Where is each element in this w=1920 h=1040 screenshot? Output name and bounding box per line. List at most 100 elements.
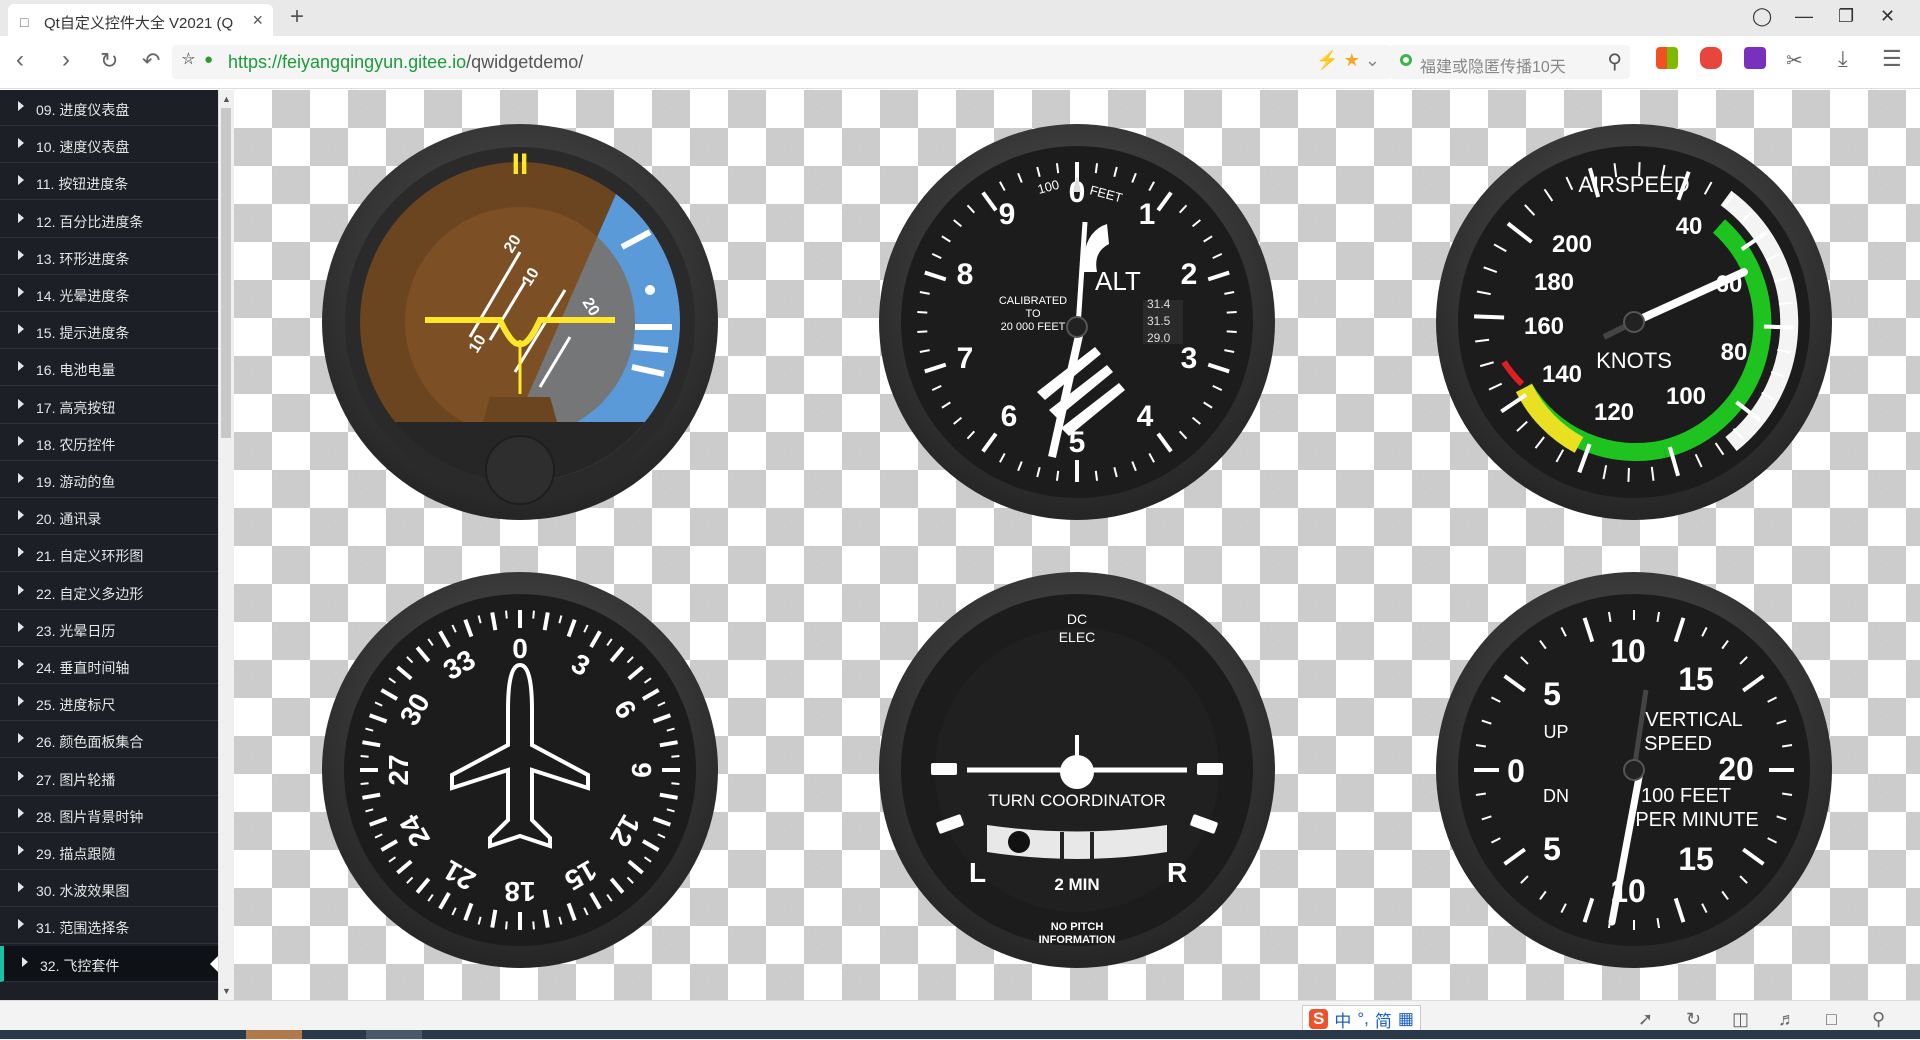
shirt-icon[interactable]: ◯ bbox=[1752, 6, 1772, 27]
forward-icon[interactable]: › bbox=[62, 46, 70, 74]
sidebar-item-label: 23. 光晕日历 bbox=[36, 621, 115, 641]
sidebar-item[interactable]: 16. 电池电量 bbox=[0, 350, 218, 386]
sidebar-item-label: 27. 图片轮播 bbox=[36, 770, 115, 790]
sidebar-item[interactable]: 23. 光晕日历 bbox=[0, 611, 218, 647]
sidebar-item-label: 16. 电池电量 bbox=[36, 360, 115, 380]
sidebar-item[interactable]: 13. 环形进度条 bbox=[0, 239, 218, 275]
volume-icon[interactable]: ♬ bbox=[1778, 1009, 1796, 1030]
sidebar-item[interactable]: 10. 速度仪表盘 bbox=[0, 127, 218, 163]
sidebar-item[interactable]: 09. 进度仪表盘 bbox=[0, 90, 218, 126]
window-close-icon[interactable]: ✕ bbox=[1880, 6, 1895, 27]
apps-icon[interactable] bbox=[1656, 47, 1678, 69]
new-tab-icon[interactable]: + bbox=[290, 3, 304, 31]
scroll-thumb[interactable] bbox=[221, 108, 231, 438]
search-input[interactable]: 福建或隐匿传播10天 bbox=[1420, 53, 1566, 77]
ime-simplified[interactable]: 简 bbox=[1375, 1007, 1392, 1032]
scale-tick bbox=[1096, 163, 1097, 173]
menu-icon[interactable]: ☰ bbox=[1882, 46, 1902, 72]
trash-icon[interactable]: ◫ bbox=[1732, 1009, 1749, 1030]
sidebar-item[interactable]: 19. 游动的鱼 bbox=[0, 462, 218, 498]
ime-chinese-mode[interactable]: 中 bbox=[1334, 1007, 1351, 1032]
sidebar-item[interactable]: 21. 自定义环形图 bbox=[0, 536, 218, 572]
airspeed-title: AIRSPEED bbox=[1578, 172, 1689, 197]
taskbar-app-1[interactable] bbox=[246, 1030, 302, 1039]
download-icon[interactable]: ⤓ bbox=[1838, 46, 1848, 72]
caret-right-icon bbox=[18, 808, 24, 818]
vsi-num-top-10: 10 bbox=[1610, 633, 1646, 669]
scale-tick bbox=[1227, 331, 1237, 332]
vsi-num-up-5: 5 bbox=[1543, 676, 1561, 712]
alt-label: ALT bbox=[1095, 266, 1141, 296]
sidebar-item[interactable]: 32. 飞控套件 bbox=[0, 946, 218, 982]
sidebar-item[interactable]: 30. 水波效果图 bbox=[0, 871, 218, 907]
refresh-circle-icon[interactable]: ↻ bbox=[1686, 1009, 1701, 1030]
sidebar-item[interactable]: 20. 通讯录 bbox=[0, 499, 218, 535]
sidebar-item[interactable]: 26. 颜色面板集合 bbox=[0, 722, 218, 758]
sidebar-item[interactable]: 31. 范围选择条 bbox=[0, 908, 218, 944]
minimize-icon[interactable]: — bbox=[1795, 6, 1813, 27]
sidebar-item-label: 11. 按钮进度条 bbox=[36, 174, 128, 194]
sidebar-item[interactable]: 11. 按钮进度条 bbox=[0, 164, 218, 200]
vsi-num-20: 20 bbox=[1718, 751, 1754, 787]
sidebar-item[interactable]: 15. 提示进度条 bbox=[0, 313, 218, 349]
url-bar[interactable]: ⛦ ● https://feiyangqingyun.gitee.io/qwid… bbox=[172, 45, 1392, 79]
calibrated-line-2: TO bbox=[1025, 308, 1041, 320]
shield-icon: ⛦ bbox=[182, 51, 195, 69]
scale-tick bbox=[506, 921, 507, 929]
alt-num-4: 4 bbox=[1137, 400, 1154, 433]
sidebar-item[interactable]: 22. 自定义多边形 bbox=[0, 574, 218, 610]
selected-marker bbox=[210, 956, 218, 972]
caret-right-icon bbox=[18, 399, 24, 409]
scale-tick bbox=[1057, 163, 1058, 173]
search-icon[interactable]: ⚲ bbox=[1607, 49, 1622, 74]
back-icon[interactable]: ‹ bbox=[16, 46, 24, 74]
turn-title: TURN COORDINATOR bbox=[988, 791, 1166, 810]
ime-grid-icon[interactable]: ▦ bbox=[1398, 1009, 1414, 1029]
heading-number: 9 bbox=[626, 762, 657, 778]
chevron-down-icon[interactable]: ⌄ bbox=[1365, 50, 1380, 70]
taskbar-app-2[interactable] bbox=[366, 1030, 422, 1039]
sidebar-item[interactable]: 14. 光晕进度条 bbox=[0, 276, 218, 312]
sidebar-item[interactable]: 29. 描点跟随 bbox=[0, 834, 218, 870]
sidebar-item[interactable]: 24. 垂直时间轴 bbox=[0, 648, 218, 684]
caret-right-icon bbox=[18, 919, 24, 929]
caret-right-icon bbox=[18, 547, 24, 557]
rocket-icon[interactable]: ➚ bbox=[1638, 1009, 1653, 1030]
sidebar-item[interactable]: 25. 进度标尺 bbox=[0, 685, 218, 721]
scroll-down-icon[interactable]: ▼ bbox=[222, 986, 231, 996]
zoom-icon[interactable]: ⚲ bbox=[1872, 1009, 1885, 1030]
url-host: https://feiyangqingyun.gitee.io bbox=[228, 52, 466, 72]
restore-icon[interactable]: ❐ bbox=[1838, 6, 1854, 27]
sidebar-item[interactable]: 27. 图片轮播 bbox=[0, 760, 218, 796]
lock-icon: ● bbox=[204, 51, 213, 68]
sidebar-item[interactable]: 12. 百分比进度条 bbox=[0, 202, 218, 238]
scale-tick bbox=[671, 756, 679, 757]
sidebar-item-label: 12. 百分比进度条 bbox=[36, 212, 143, 232]
alt-num-2: 2 bbox=[1181, 258, 1198, 291]
sidebar-item[interactable]: 17. 高亮按钮 bbox=[0, 388, 218, 424]
tab-close-icon[interactable]: × bbox=[252, 10, 263, 31]
game-icon[interactable] bbox=[1700, 47, 1722, 69]
reload-icon[interactable]: ↻ bbox=[100, 48, 118, 74]
scale-tick bbox=[671, 783, 679, 784]
ime-logo-icon: S bbox=[1309, 1009, 1328, 1029]
sidebar-item[interactable]: 18. 农历控件 bbox=[0, 425, 218, 461]
scale-tick bbox=[917, 312, 927, 313]
scissors-icon[interactable]: ✂ bbox=[1786, 48, 1803, 73]
roll-marks: II bbox=[512, 148, 529, 181]
scroll-up-icon[interactable]: ▲ bbox=[222, 94, 231, 104]
airspeed-num-160: 160 bbox=[1524, 313, 1564, 340]
rp-icon[interactable] bbox=[1744, 47, 1766, 69]
sidebar-item[interactable]: 28. 图片背景时钟 bbox=[0, 797, 218, 833]
sidebar-scrollbar[interactable]: ▲ ▼ bbox=[218, 90, 234, 1000]
search-box[interactable]: 福建或隐匿传播10天 ⚲ bbox=[1390, 45, 1630, 79]
adjust-knob[interactable] bbox=[486, 436, 554, 504]
lightning-icon[interactable]: ⚡ bbox=[1316, 50, 1338, 70]
browser-tab[interactable]: □ Qt自定义控件大全 V2021 (Q × bbox=[8, 4, 273, 36]
caret-right-icon bbox=[18, 213, 24, 223]
undo-icon[interactable]: ↶ bbox=[142, 48, 160, 74]
window-icon[interactable]: □ bbox=[1826, 1009, 1837, 1030]
ime-toolbar[interactable]: S 中 °, 简 ▦ bbox=[1302, 1005, 1421, 1033]
star-icon[interactable]: ★ bbox=[1344, 50, 1360, 70]
ime-punctuation[interactable]: °, bbox=[1357, 1009, 1369, 1029]
